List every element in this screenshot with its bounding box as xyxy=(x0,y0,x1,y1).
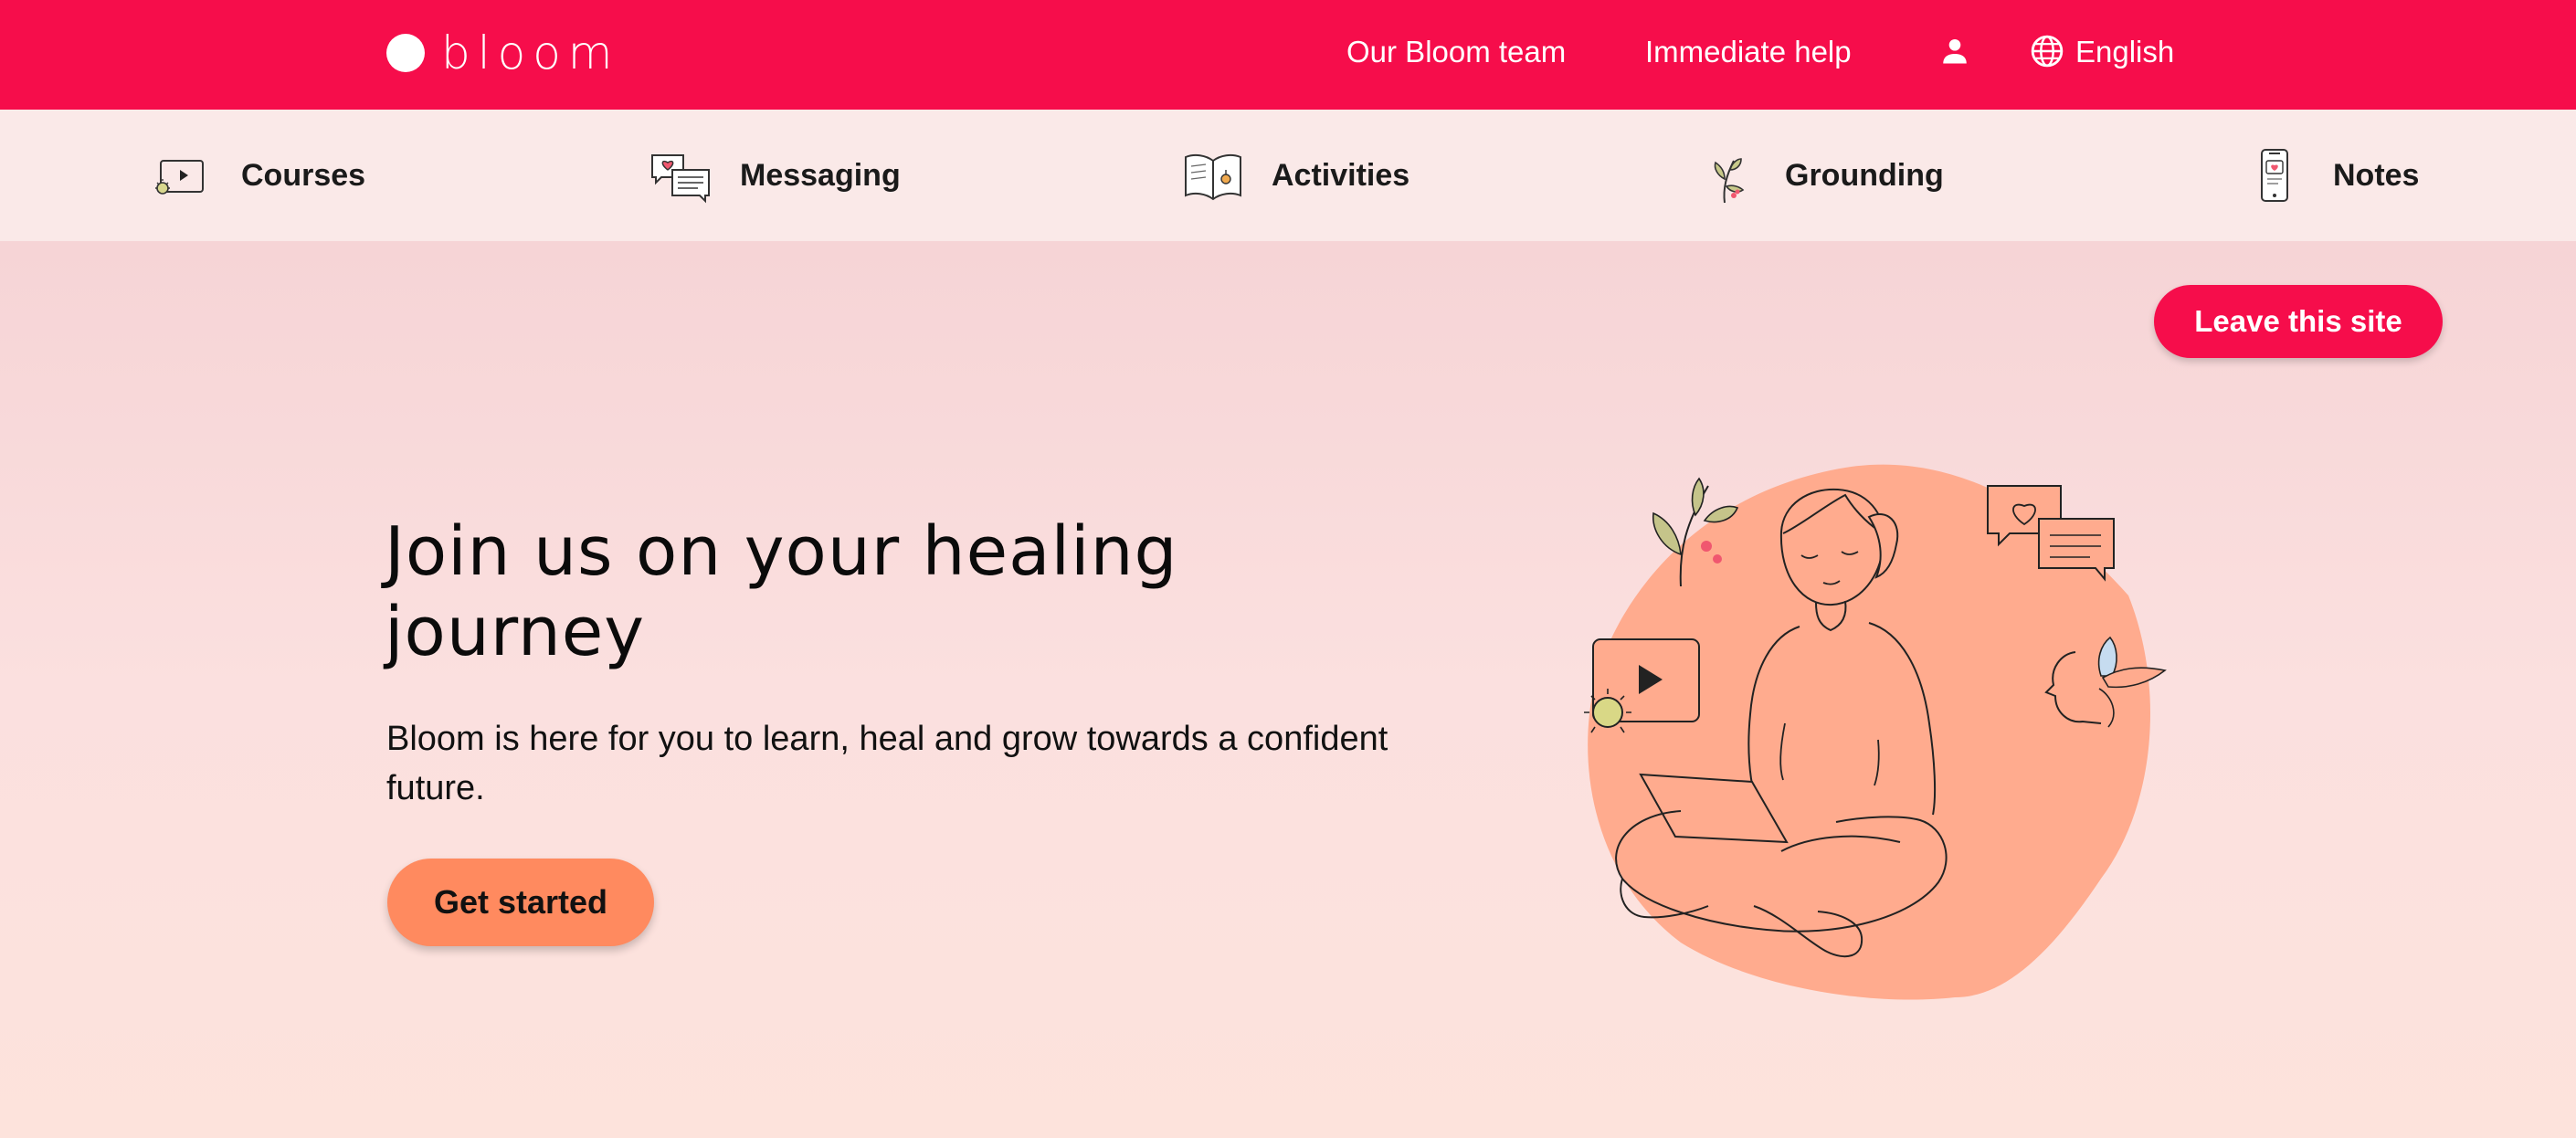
subnav-label: Notes xyxy=(2333,157,2420,193)
subnav-label: Activities xyxy=(1272,157,1410,193)
nav-link-our-team[interactable]: Our Bloom team xyxy=(1346,29,1566,75)
chat-bubbles-icon xyxy=(651,154,710,204)
hero-section: Leave this site Join us on your healing … xyxy=(0,241,2576,1138)
hero-description: Bloom is here for you to learn, heal and… xyxy=(386,720,1388,807)
logo-text: bloom xyxy=(441,26,620,79)
globe-icon xyxy=(2031,35,2064,68)
subnav-item-notes[interactable]: Notes xyxy=(2242,110,2419,241)
logo-dot-icon xyxy=(386,34,425,72)
subnav-item-messaging[interactable]: Messaging xyxy=(649,110,901,241)
subnav-item-activities[interactable]: Activities xyxy=(1180,110,1409,241)
phone-heart-icon xyxy=(2261,149,2288,202)
person-with-laptop-illustration xyxy=(1584,464,2167,1000)
language-selector[interactable]: English xyxy=(2075,29,2174,75)
open-book-icon xyxy=(1185,153,1241,201)
video-course-icon xyxy=(155,160,204,195)
user-icon[interactable] xyxy=(1938,35,1971,68)
subnav-item-courses[interactable]: Courses xyxy=(150,110,365,241)
subnav-label: Grounding xyxy=(1785,157,1944,193)
leave-site-button[interactable]: Leave this site xyxy=(2154,285,2443,358)
feature-nav: Courses Messaging Activities Grounding N… xyxy=(0,110,2576,241)
nav-link-immediate-help[interactable]: Immediate help xyxy=(1645,29,1852,75)
get-started-button[interactable]: Get started xyxy=(387,859,654,946)
plant-sprig-icon xyxy=(1714,158,1745,204)
subnav-label: Courses xyxy=(241,157,366,193)
page-title: Join us on your healing journey xyxy=(385,512,1178,671)
top-header: bloom Our Bloom team Immediate help Engl… xyxy=(0,0,2576,110)
bloom-logo[interactable]: bloom xyxy=(386,24,620,82)
subnav-label: Messaging xyxy=(740,157,901,193)
subnav-item-grounding[interactable]: Grounding xyxy=(1694,110,1944,241)
